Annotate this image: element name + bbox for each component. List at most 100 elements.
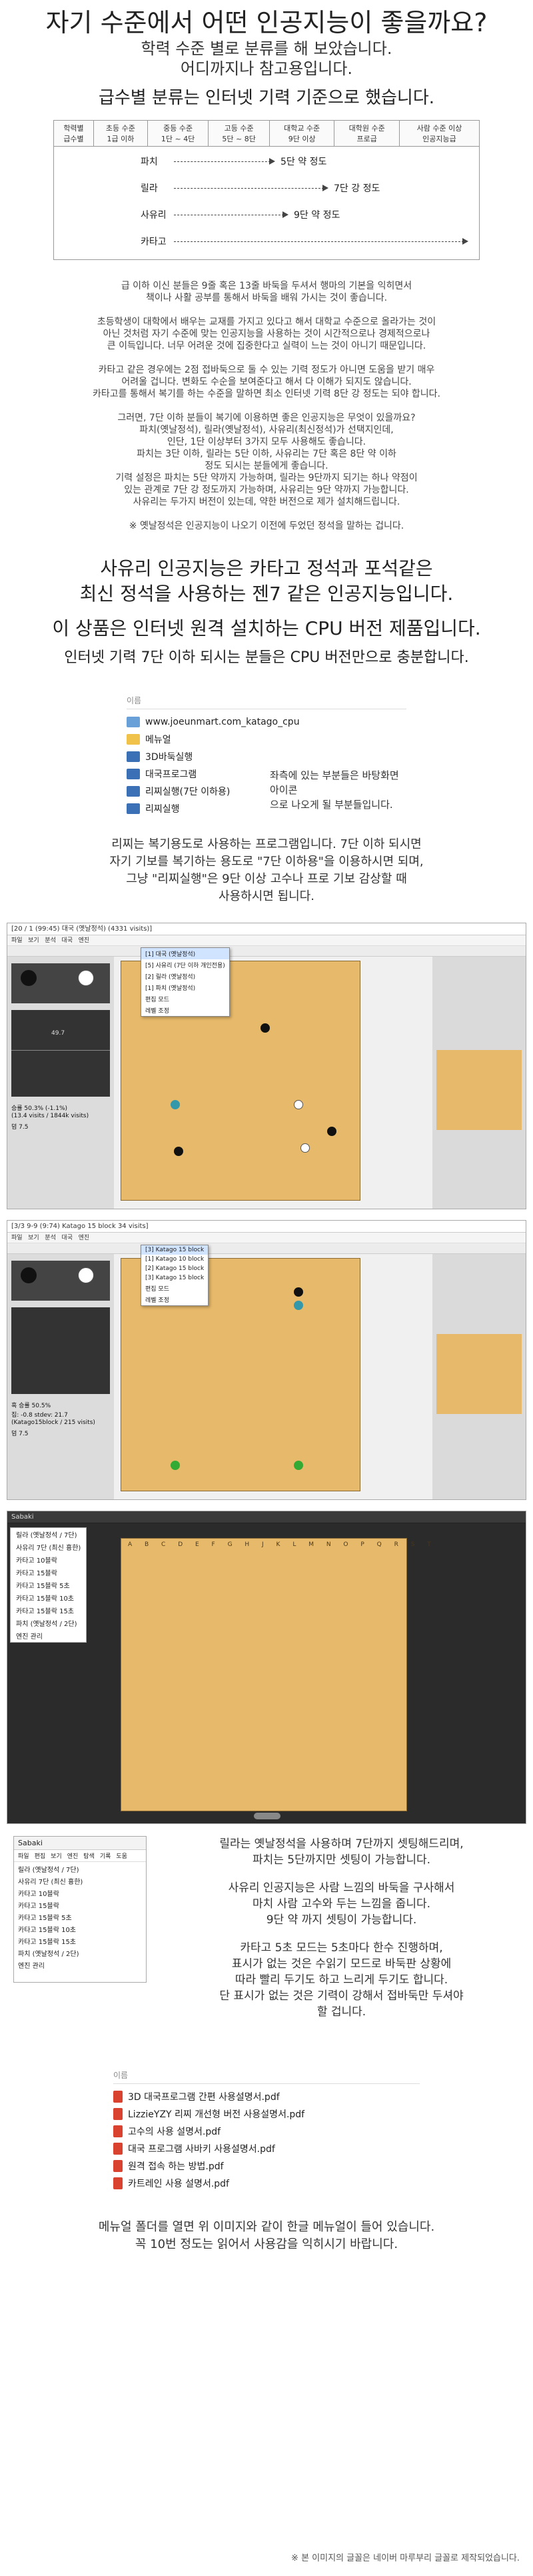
menu-item[interactable]: 릴라 (옛날정석 / 7단) bbox=[18, 1865, 142, 1877]
file-row[interactable]: 3D 대국프로그램 간편 사용설명서.pdf bbox=[113, 2088, 420, 2105]
paragraph: 급 이하 이신 분들은 9줄 혹은 13줄 바둑을 두셔서 행마의 기본을 익히… bbox=[121, 281, 412, 303]
file-list-desktop: 이름 www.joeunmart.com_katago_cpu 메뉴얼 3D바둑… bbox=[127, 695, 406, 817]
menu-item[interactable]: 카타고 10블락 bbox=[11, 1553, 86, 1566]
table-header: 중등 수준 1단 ~ 4단 bbox=[147, 120, 209, 147]
dropdown-item[interactable]: 레벨 조정 bbox=[141, 1005, 229, 1016]
white-stone-icon bbox=[78, 970, 94, 986]
menu-item[interactable]: 카타고 15블락 15초 bbox=[11, 1604, 86, 1617]
note: ※ 옛날정석은 인공지능이 나오기 이전에 두었던 정석을 말하는 겁니다. bbox=[129, 521, 404, 531]
body-section-1: 급 이하 이신 분들은 9줄 혹은 13줄 바둑을 두셔서 행마의 기본을 익히… bbox=[0, 280, 533, 532]
engine-menu[interactable]: 릴라 (옛날정석 / 7단) 사유리 7단 (최신 흉한) 카타고 10블락 카… bbox=[10, 1527, 87, 1643]
menu-item[interactable]: 파치 (옛날정석 / 2단) bbox=[18, 1949, 142, 1961]
subtitle-1: 학력 수준 별로 분류를 해 보았습니다. bbox=[141, 39, 392, 58]
dropdown-header[interactable]: [1] 대국 (옛날정석) bbox=[141, 948, 229, 959]
file-row[interactable]: www.joeunmart.com_katago_cpu bbox=[127, 713, 406, 731]
left-panel: 흑 승률 50.5% 집: -0.8 stdev: 21.7 (Katago15… bbox=[7, 1254, 114, 1499]
paragraph: 릴라는 옛날정석을 사용하며 7단까지 셋팅해드리며, 파치는 5단까지만 셋팅… bbox=[219, 1837, 464, 1867]
file-row[interactable]: 대국 프로그램 사바키 사용설명서.pdf bbox=[113, 2140, 420, 2157]
menubar: 파일 편집 보기 엔진 탐색 기록 도움 bbox=[14, 1850, 146, 1862]
header: 자기 수준에서 어떤 인공지능이 좋을까요? 학력 수준 별로 분류를 해 보았… bbox=[0, 0, 533, 109]
dropdown-item[interactable]: [2] 릴라 (옛날정석) bbox=[141, 971, 229, 982]
menu-label[interactable]: 파일 bbox=[18, 1851, 29, 1860]
suggestion-stone-icon bbox=[171, 1100, 180, 1109]
file-row[interactable]: 고수의 사용 설명서.pdf bbox=[113, 2123, 420, 2140]
dropdown-item[interactable]: [1] 파치 (옛날정석) bbox=[141, 982, 229, 993]
menu-label[interactable]: 탐색 bbox=[83, 1851, 95, 1860]
dropdown-header[interactable]: [3] Katago 15 block bbox=[141, 1245, 209, 1255]
menu-item[interactable]: 엔진 관리 bbox=[11, 1629, 86, 1642]
file-name: 대국 프로그램 사바키 사용설명서.pdf bbox=[128, 2144, 275, 2155]
visit-stats: (Katago15block / 215 visits) bbox=[11, 1419, 95, 1426]
file-row[interactable]: 3D바둑실행 bbox=[127, 748, 406, 765]
score-stats: 집: -0.8 stdev: 21.7 bbox=[11, 1412, 68, 1419]
right-panel bbox=[432, 1254, 526, 1499]
table-header: 고등 수준 5단 ~ 8단 bbox=[208, 120, 270, 147]
menu-item[interactable]: 카타고 15블락 bbox=[18, 1901, 142, 1913]
toggle-switch[interactable] bbox=[254, 1813, 280, 1819]
sabaki-section: Sabaki 파일 편집 보기 엔진 탐색 기록 도움 릴라 (옛날정석 / 7… bbox=[0, 1836, 533, 2056]
page-title: 자기 수준에서 어떤 인공지능이 좋을까요? bbox=[45, 8, 488, 37]
sabaki-description: 릴라는 옛날정석을 사용하며 7단까지 셋팅해드리며, 파치는 5단까지만 셋팅… bbox=[160, 1836, 523, 2020]
black-stone-icon bbox=[294, 1287, 303, 1297]
dropdown-item[interactable]: 편집 모드 bbox=[141, 1283, 208, 1294]
menubar: 파일 보기 분석 대국 엔진 bbox=[7, 935, 526, 946]
paragraph: 카타고 5초 모드는 5초마다 한수 진행하며, 표시가 없는 것은 수읽기 모… bbox=[219, 1941, 464, 2019]
arrow-icon bbox=[174, 238, 468, 245]
menu-item[interactable]: 카타고 15블락 10초 bbox=[18, 1925, 142, 1937]
menu-item[interactable]: 엔진 관리 bbox=[18, 1961, 142, 1973]
dropdown-item[interactable]: 레벨 조정 bbox=[141, 1294, 208, 1305]
pdf-icon bbox=[113, 2160, 123, 2172]
menu-item[interactable]: 릴라 (옛날정석 / 7단) bbox=[11, 1528, 86, 1541]
dropdown-item[interactable]: [2] Katago 15 block bbox=[141, 1264, 208, 1273]
menu-item[interactable]: 파치 (옛날정석 / 2단) bbox=[11, 1617, 86, 1629]
menu-item[interactable]: 카타고 10블락 bbox=[18, 1889, 142, 1901]
file-name: 3D 대국프로그램 간편 사용설명서.pdf bbox=[128, 2092, 280, 2103]
exe-icon bbox=[127, 769, 140, 779]
dropdown-item[interactable]: 편집 모드 bbox=[141, 993, 229, 1005]
file-name: 원격 접속 하는 방법.pdf bbox=[128, 2161, 224, 2172]
go-board[interactable]: A B C D E F G H J K L M N O P Q R S T bbox=[121, 1538, 431, 1811]
headline-line: 최신 정석을 사용하는 젠7 같은 인공지능입니다. bbox=[79, 583, 454, 605]
player-panel bbox=[11, 963, 110, 1003]
row-label: 사유리 bbox=[141, 210, 167, 221]
menu-label[interactable]: 엔진 bbox=[67, 1851, 79, 1860]
file-row[interactable]: 카트레인 사용 설명서.pdf bbox=[113, 2175, 420, 2192]
black-stone-icon bbox=[21, 1267, 37, 1283]
toolbar bbox=[7, 1243, 526, 1254]
menu-label[interactable]: 편집 bbox=[35, 1851, 46, 1860]
paragraph: 초등학생이 대학에서 배우는 교재를 가지고 있다고 해서 대학교 수준으로 올… bbox=[97, 317, 436, 351]
file-name: 메뉴얼 bbox=[145, 735, 171, 745]
menu-item[interactable]: 카타고 15블락 5초 bbox=[11, 1579, 86, 1591]
link-icon bbox=[127, 717, 140, 727]
menu-label[interactable]: 도움 bbox=[116, 1851, 127, 1860]
dropdown-item[interactable]: [3] Katago 15 block bbox=[141, 1273, 208, 1283]
screenshot-lizzie-2: [3/3 9-9 (9:74) Katago 15 block 34 visit… bbox=[7, 1220, 526, 1500]
menu-item[interactable]: 카타고 15블락 15초 bbox=[18, 1937, 142, 1949]
menu-item[interactable]: 사유리 7단 (최신 흉한) bbox=[18, 1877, 142, 1889]
level-table: 학력별 급수별 초등 수준 1급 이하 중등 수준 1단 ~ 4단 고등 수준 … bbox=[53, 120, 480, 147]
menu-item[interactable]: 카타고 15블락 bbox=[11, 1566, 86, 1579]
file-row[interactable]: 메뉴얼 bbox=[127, 731, 406, 748]
engine-dropdown[interactable]: [1] 대국 (옛날정석) [5] 사유리 (7단 이하 개인전용) [2] 릴… bbox=[141, 947, 230, 1017]
file-row[interactable]: LizzieYZY 리찌 개선형 버전 사용설명서.pdf bbox=[113, 2105, 420, 2123]
menu-item[interactable]: 카타고 15블락 10초 bbox=[11, 1591, 86, 1604]
menu-item[interactable]: 사유리 7단 (최신 흉한) bbox=[11, 1541, 86, 1553]
menu-item[interactable]: 카타고 15블락 5초 bbox=[18, 1913, 142, 1925]
level-row-katago: 카타고 bbox=[54, 228, 479, 255]
engine-dropdown[interactable]: [3] Katago 15 block [1] Katago 10 block … bbox=[141, 1245, 209, 1306]
mini-board bbox=[436, 1334, 522, 1414]
file-name: 대국프로그램 bbox=[145, 769, 197, 780]
window-title: Sabaki bbox=[7, 1511, 526, 1523]
menubar: 파일 보기 분석 대국 엔진 bbox=[7, 1233, 526, 1243]
window-title: [3/3 9-9 (9:74) Katago 15 block 34 visit… bbox=[7, 1221, 526, 1233]
menu-label[interactable]: 보기 bbox=[51, 1851, 62, 1860]
file-name: www.joeunmart.com_katago_cpu bbox=[145, 717, 300, 727]
dropdown-item[interactable]: [1] Katago 10 block bbox=[141, 1255, 208, 1264]
paragraph: 사유리 인공지능은 사람 느낌의 바둑을 구사해서 마치 사람 고수와 두는 느… bbox=[228, 1881, 455, 1927]
menu-label[interactable]: 기록 bbox=[100, 1851, 111, 1860]
winrate-graph: 49.7 bbox=[11, 1010, 110, 1097]
dropdown-item[interactable]: [5] 사유리 (7단 이하 개인전용) bbox=[141, 959, 229, 971]
file-row[interactable]: 원격 접속 하는 방법.pdf bbox=[113, 2157, 420, 2175]
file-name: 3D바둑실행 bbox=[145, 752, 193, 763]
level-row-pachi: 파치 5단 약 정도 bbox=[54, 148, 479, 175]
